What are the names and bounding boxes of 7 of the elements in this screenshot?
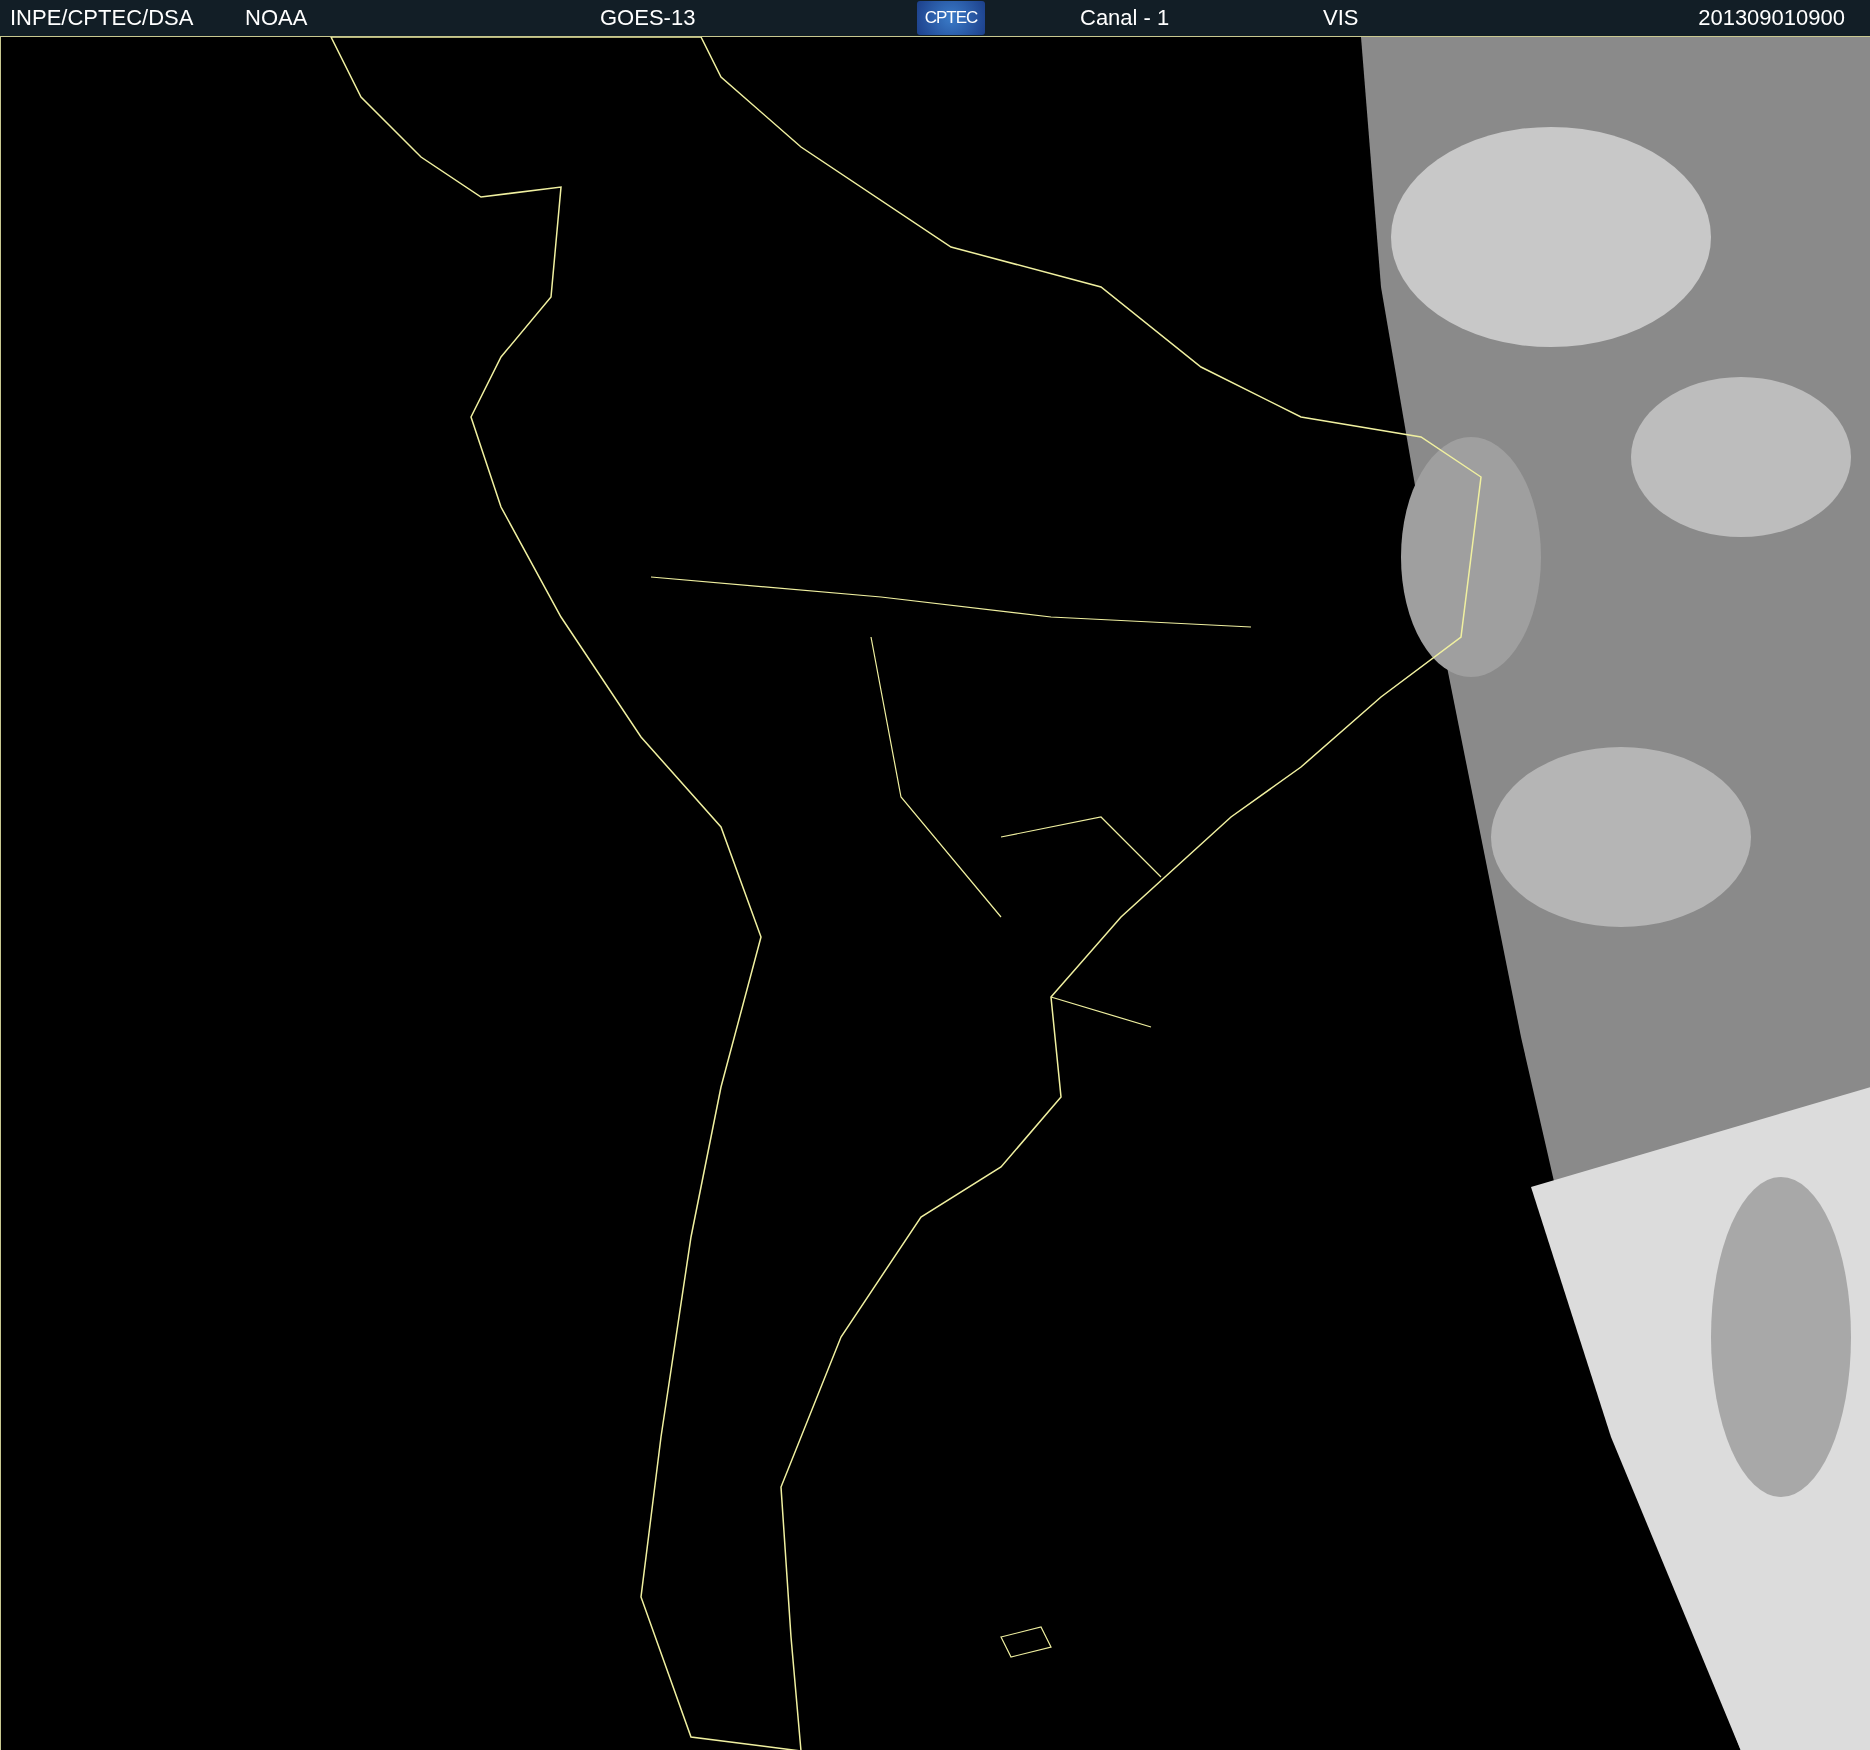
source-label: INPE/CPTEC/DSA xyxy=(10,5,195,31)
logo: CPTEC xyxy=(917,1,985,35)
agency-label: NOAA xyxy=(245,5,309,31)
band-label: VIS xyxy=(1323,5,1360,31)
satellite-label: GOES-13 xyxy=(600,5,697,31)
timestamp-label: 201309010900 xyxy=(1698,5,1845,31)
channel-label: Canal - 1 xyxy=(1080,5,1171,31)
